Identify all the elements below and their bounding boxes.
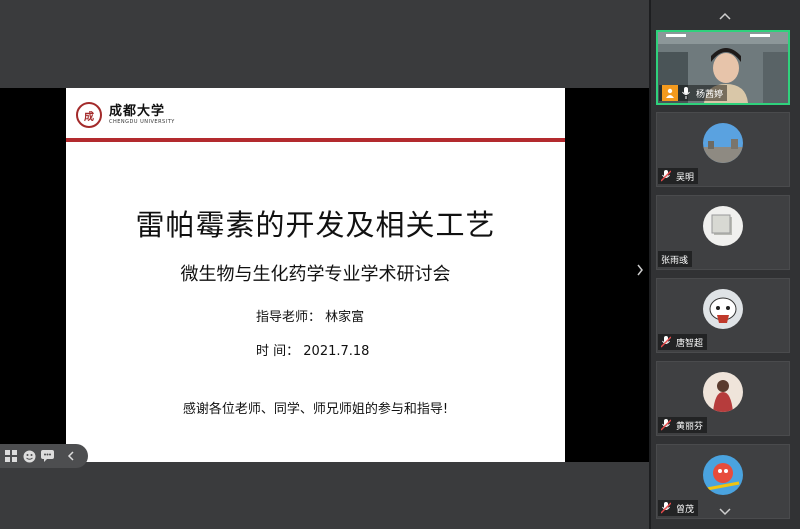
avatar bbox=[703, 372, 743, 412]
participant-tile[interactable]: 张雨彧 bbox=[656, 195, 790, 270]
participant-name: 曾茂 bbox=[676, 504, 695, 515]
participant-name-bar: 黄丽芬 bbox=[658, 417, 708, 433]
participant-name: 张雨彧 bbox=[661, 255, 689, 266]
avatar bbox=[703, 206, 743, 246]
chat-icon[interactable] bbox=[40, 449, 54, 463]
slide-header-rule bbox=[66, 138, 565, 142]
mic-muted-icon bbox=[661, 419, 671, 431]
university-name-en: CHENGDU UNIVERSITY bbox=[109, 118, 175, 125]
university-logo: 成 成都大学 CHENGDU UNIVERSITY bbox=[76, 100, 175, 130]
participant-tile-active[interactable]: 杨茜婷 bbox=[656, 30, 790, 105]
participant-name: 杨茜婷 bbox=[696, 89, 724, 100]
date-line: 时 间： 2021.7.18 bbox=[256, 340, 369, 359]
collapse-toolbar-icon[interactable] bbox=[64, 449, 78, 463]
chevron-up-icon[interactable] bbox=[719, 10, 731, 23]
emoji-icon[interactable] bbox=[22, 449, 36, 463]
participant-name-bar: 张雨彧 bbox=[658, 251, 693, 267]
participant-name-bar: 杨茜婷 bbox=[659, 85, 728, 101]
chevron-down-icon[interactable] bbox=[719, 506, 731, 519]
participant-tile[interactable]: 唐智超 bbox=[656, 278, 790, 353]
advisor-line: 指导老师： 林家富 bbox=[256, 310, 365, 325]
microphone-icon bbox=[682, 87, 690, 99]
participant-name: 唐智超 bbox=[676, 338, 704, 349]
university-seal-icon: 成 bbox=[76, 102, 102, 128]
participant-name-bar: 吴明 bbox=[658, 168, 699, 184]
participant-name: 吴明 bbox=[676, 172, 695, 183]
participant-gallery: 杨茜婷 吴明 张雨彧 唐智超 黄丽芬 曾茂 bbox=[651, 0, 800, 529]
floating-toolbar bbox=[0, 444, 88, 468]
date-value: 2021.7.18 bbox=[303, 344, 370, 359]
chevron-right-icon[interactable] bbox=[636, 264, 644, 279]
avatar bbox=[703, 289, 743, 329]
mic-muted-icon bbox=[661, 502, 671, 514]
shared-slide: 成 成都大学 CHENGDU UNIVERSITY 雷帕霉素的开发及相关工艺 微… bbox=[66, 88, 565, 462]
participant-name-bar: 曾茂 bbox=[658, 500, 699, 516]
date-label: 时 间： bbox=[256, 344, 300, 359]
slide-thanks: 感谢各位老师、同学、师兄师姐的参与和指导! bbox=[182, 402, 449, 417]
avatar bbox=[703, 123, 743, 163]
university-name-cn: 成都大学 bbox=[109, 103, 166, 119]
participant-tile[interactable]: 黄丽芬 bbox=[656, 361, 790, 436]
host-person-icon bbox=[662, 85, 678, 101]
slide-subtitle: 微生物与生化药学专业学术研讨会 bbox=[180, 264, 451, 285]
slide-title: 雷帕霉素的开发及相关工艺 bbox=[135, 208, 496, 242]
participant-name-bar: 唐智超 bbox=[658, 334, 708, 350]
participant-name: 黄丽芬 bbox=[676, 421, 704, 432]
mic-muted-icon bbox=[661, 336, 671, 348]
mic-muted-icon bbox=[661, 170, 671, 182]
participant-tile[interactable]: 吴明 bbox=[656, 112, 790, 187]
avatar bbox=[703, 455, 743, 495]
grid-view-icon[interactable] bbox=[4, 449, 18, 463]
